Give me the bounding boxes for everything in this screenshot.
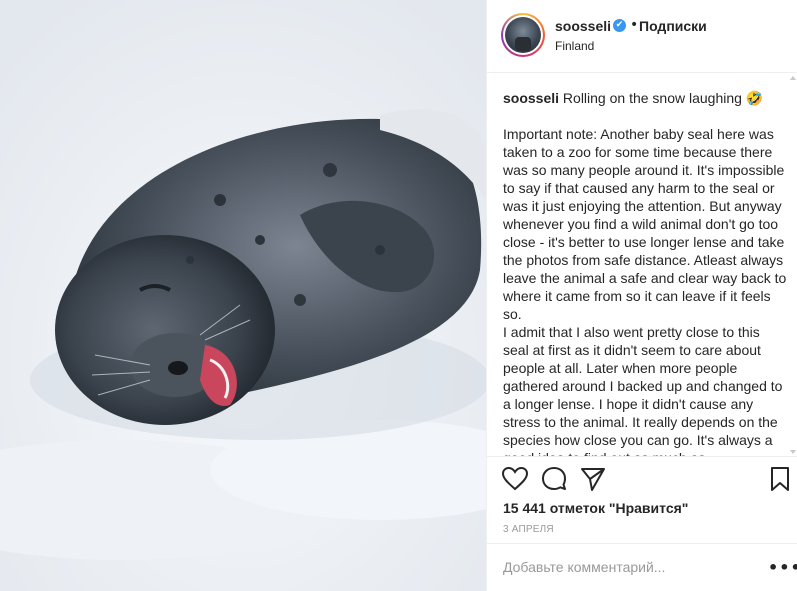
- post-sidebar: soosseli ✔ • Подписки Finland soosseli R…: [486, 0, 797, 591]
- avatar-ring: [503, 15, 543, 55]
- caption-scrollbar[interactable]: [790, 74, 796, 456]
- comment-icon[interactable]: [540, 465, 568, 493]
- username-link[interactable]: soosseli: [555, 18, 611, 34]
- caption-body: Important note: Another baby seal here w…: [503, 126, 787, 456]
- likes-count[interactable]: 15 441 отметок "Нравится": [503, 500, 688, 516]
- caption: soosseli Rolling on the snow laughing 🤣 …: [503, 89, 787, 456]
- verified-badge-icon: ✔: [613, 19, 626, 32]
- location-link[interactable]: Finland: [555, 39, 594, 53]
- bookmark-icon[interactable]: [766, 465, 794, 493]
- caption-username[interactable]: soosseli: [503, 90, 559, 106]
- post-date[interactable]: 3 АПРЕЛЯ: [503, 524, 554, 535]
- avatar[interactable]: [501, 13, 545, 57]
- header-separator: •: [630, 17, 639, 33]
- avatar-image: [505, 17, 541, 53]
- share-icon[interactable]: [579, 465, 607, 493]
- post-header: soosseli ✔ • Подписки Finland: [487, 0, 797, 73]
- comment-input[interactable]: [503, 556, 743, 578]
- caption-title: Rolling on the snow laughing 🤣: [562, 90, 764, 106]
- more-options-icon[interactable]: •••: [768, 558, 797, 577]
- action-bar: 15 441 отметок "Нравится" 3 АПРЕЛЯ •••: [487, 456, 797, 588]
- caption-text: soosseli Rolling on the snow laughing 🤣 …: [503, 89, 787, 456]
- post-photo[interactable]: [0, 0, 486, 591]
- following-button[interactable]: Подписки: [639, 18, 707, 34]
- heart-icon[interactable]: [501, 465, 529, 493]
- comment-section: •••: [487, 543, 797, 589]
- seal-photo: [0, 0, 486, 591]
